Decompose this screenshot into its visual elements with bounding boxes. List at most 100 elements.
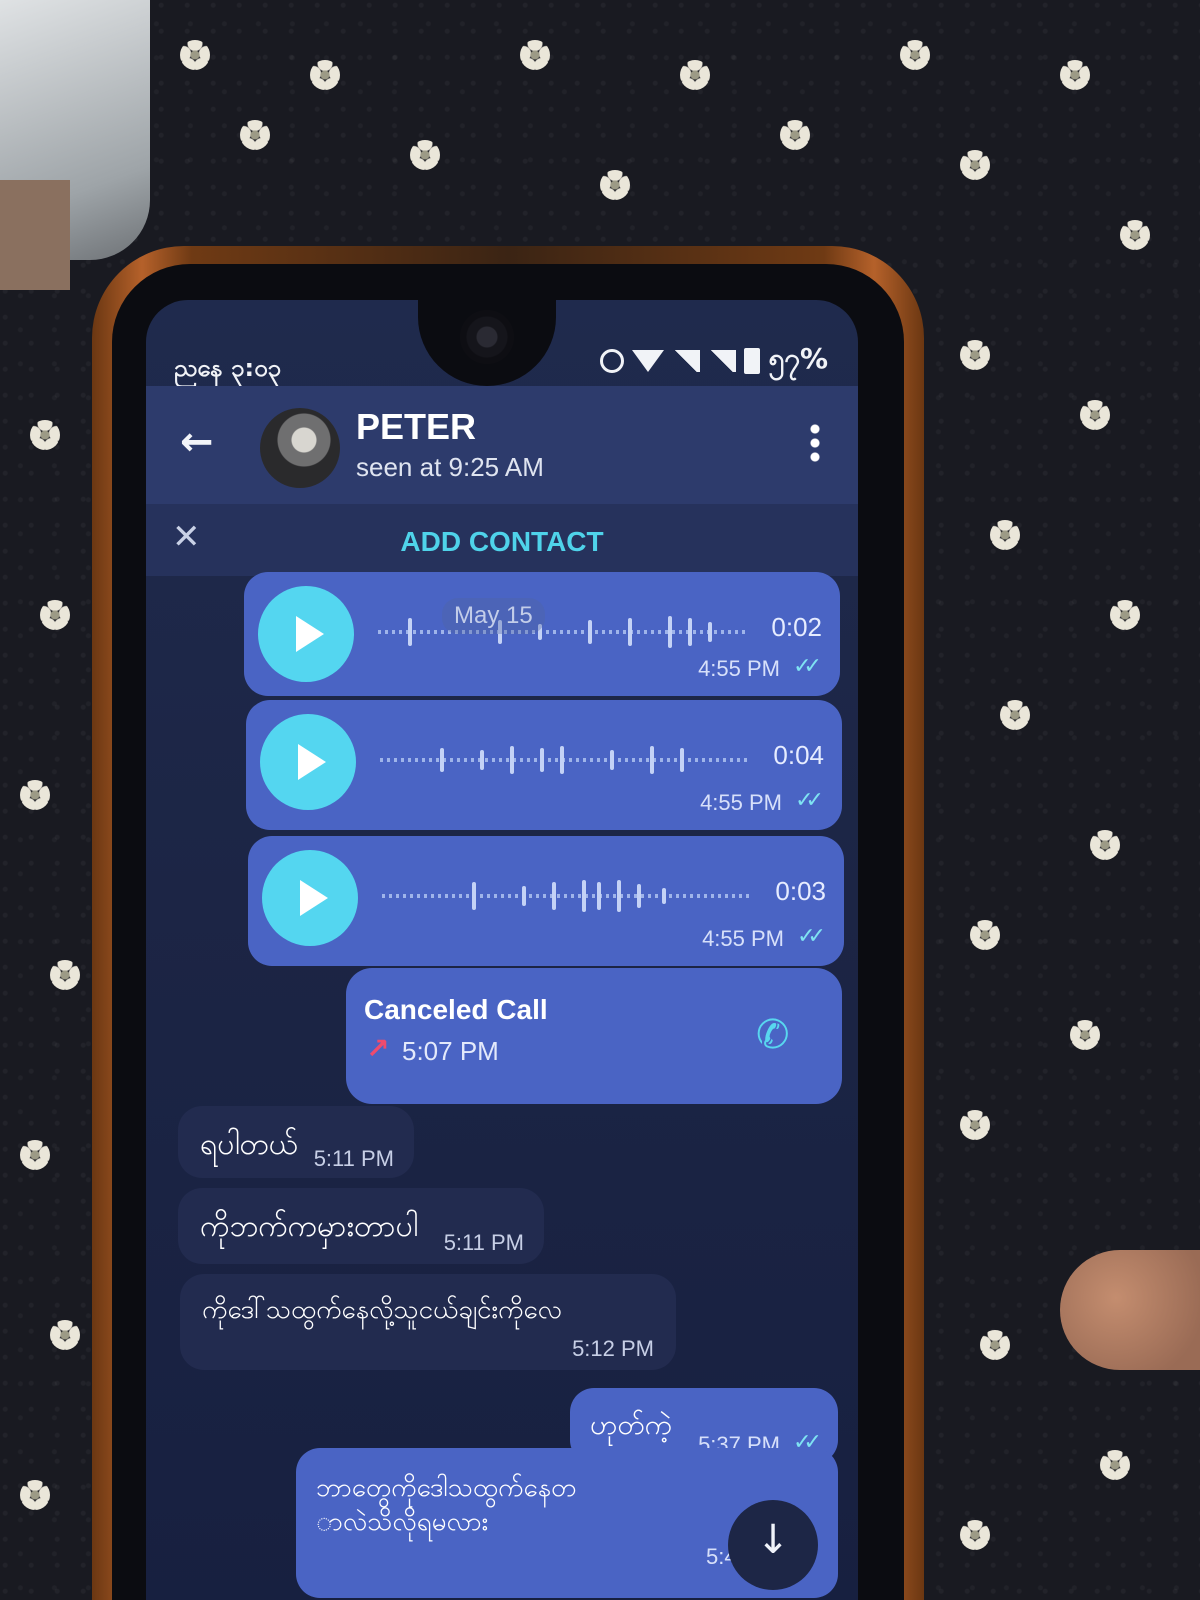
incoming-message: ကိုဘက်ကမှားတာပါ 5:11 PM — [178, 1188, 544, 1264]
contact-status: seen at 9:25 AM — [356, 452, 544, 482]
more-vertical-icon[interactable] — [810, 422, 820, 462]
scroll-down-button[interactable]: ↓ — [728, 1500, 818, 1590]
waveform-bar — [650, 746, 654, 774]
play-icon — [296, 616, 324, 652]
fabric-flower — [1070, 1020, 1100, 1050]
waveform-bar — [480, 750, 484, 770]
waveform-bar — [680, 748, 684, 772]
fabric-flower — [1100, 1450, 1130, 1480]
waveform-bar — [552, 882, 556, 910]
waveform-bar — [688, 618, 692, 646]
voice-message: 0:02 4:55 PM ✓✓ — [244, 572, 840, 696]
fabric-flower — [970, 920, 1000, 950]
fabric-flower — [680, 60, 710, 90]
waveform-bar — [540, 748, 544, 772]
message-time: 4:55 PM — [702, 926, 784, 951]
waveform-bar — [668, 616, 672, 648]
date-chip: May 15 — [442, 598, 545, 634]
waveform-bar — [510, 746, 514, 774]
fabric-flower — [960, 150, 990, 180]
fabric-flower — [30, 420, 60, 450]
fabric-flower — [1080, 400, 1110, 430]
fabric-flower — [600, 170, 630, 200]
play-button[interactable] — [262, 850, 358, 946]
fabric-flower — [240, 120, 270, 150]
arrow-down-icon: ↓ — [756, 1517, 790, 1563]
fabric-flower — [990, 520, 1020, 550]
fabric-flower — [20, 1480, 50, 1510]
avatar[interactable] — [260, 408, 340, 488]
fabric-flower — [960, 1110, 990, 1140]
fabric-flower — [980, 1330, 1010, 1360]
waveform-bar — [588, 620, 592, 644]
waveform-bar — [597, 882, 601, 910]
double-check-icon: ✓✓ — [795, 788, 824, 813]
phone-icon[interactable]: ✆ — [756, 1014, 798, 1056]
message-time: 5:11 PM — [313, 1146, 394, 1171]
chat-header: ← PETER seen at 9:25 AM — [146, 386, 858, 504]
call-time: 5:07 PM — [402, 1036, 499, 1066]
message-time: 5:12 PM — [572, 1336, 654, 1361]
voice-message: 0:04 4:55 PM ✓✓ — [246, 700, 842, 830]
message-text: ာလဲသိလိုရမလား — [316, 1507, 489, 1537]
message-time: 4:55 PM — [700, 790, 782, 815]
fabric-flower — [900, 40, 930, 70]
double-check-icon: ✓✓ — [793, 654, 822, 679]
fabric-flower — [960, 340, 990, 370]
voice-duration: 0:04 — [773, 740, 824, 770]
status-time: ညနေ ၃:၀၃ — [174, 354, 282, 382]
front-camera — [460, 310, 514, 364]
fabric-flower — [180, 40, 210, 70]
incoming-message: ရပါတယ် 5:11 PM — [178, 1106, 414, 1178]
fabric-flower — [40, 600, 70, 630]
waveform-bar — [522, 886, 526, 906]
waveform-bar — [582, 880, 586, 912]
signal-icon — [672, 350, 701, 372]
waveform[interactable] — [380, 742, 750, 778]
back-arrow-icon[interactable]: ← — [180, 422, 220, 462]
waveform-bar — [408, 618, 412, 646]
waveform-bar — [440, 748, 444, 772]
message-text: ကိုဘက်ကမှားတာပါ — [200, 1209, 418, 1244]
battery-level: ၅၇% — [768, 342, 828, 375]
waveform[interactable] — [378, 614, 748, 650]
fabric-flower — [310, 60, 340, 90]
waveform-bar — [617, 880, 621, 912]
play-button[interactable] — [258, 586, 354, 682]
message-text: ဟုတ်ကဲ့ — [590, 1408, 673, 1441]
message-time: 4:55 PM — [698, 656, 780, 681]
waveform-bar — [610, 750, 614, 770]
voice-duration: 0:03 — [775, 876, 826, 906]
waveform-bar — [472, 882, 476, 910]
fabric-flower — [50, 1320, 80, 1350]
fabric-flower — [1090, 830, 1120, 860]
waveform-bar — [662, 888, 666, 904]
waveform-bar — [628, 618, 632, 646]
canceled-call-message[interactable]: Canceled Call ↗ 5:07 PM ✆ — [346, 968, 842, 1104]
play-icon — [298, 744, 326, 780]
floor — [0, 180, 70, 290]
add-contact-banner: ✕ ADD CONTACT — [146, 504, 858, 576]
fabric-flower — [780, 120, 810, 150]
voice-message: 0:03 4:55 PM ✓✓ — [248, 836, 844, 966]
add-contact-button[interactable]: ADD CONTACT — [146, 526, 858, 558]
fabric-flower — [410, 140, 440, 170]
fabric-flower — [520, 40, 550, 70]
message-time: 5:11 PM — [443, 1230, 524, 1255]
waveform-bar — [637, 884, 641, 908]
waveform-bar — [708, 622, 712, 642]
voice-duration: 0:02 — [771, 612, 822, 642]
thumb — [1060, 1250, 1200, 1370]
wifi-icon — [632, 350, 665, 372]
message-text: ကိုဒေါ်သထွက်နေလို့သူငယ်ချင်းကိုလေ — [202, 1295, 562, 1325]
battery-icon — [744, 348, 761, 374]
message-text: ရပါတယ် — [200, 1127, 298, 1162]
waveform-bar — [560, 746, 564, 774]
fabric-flower — [1120, 220, 1150, 250]
play-icon — [300, 880, 328, 916]
contact-name[interactable]: PETER — [356, 406, 476, 448]
waveform[interactable] — [382, 878, 752, 914]
fabric-flower — [1110, 600, 1140, 630]
play-button[interactable] — [260, 714, 356, 810]
alarm-icon — [600, 349, 625, 373]
